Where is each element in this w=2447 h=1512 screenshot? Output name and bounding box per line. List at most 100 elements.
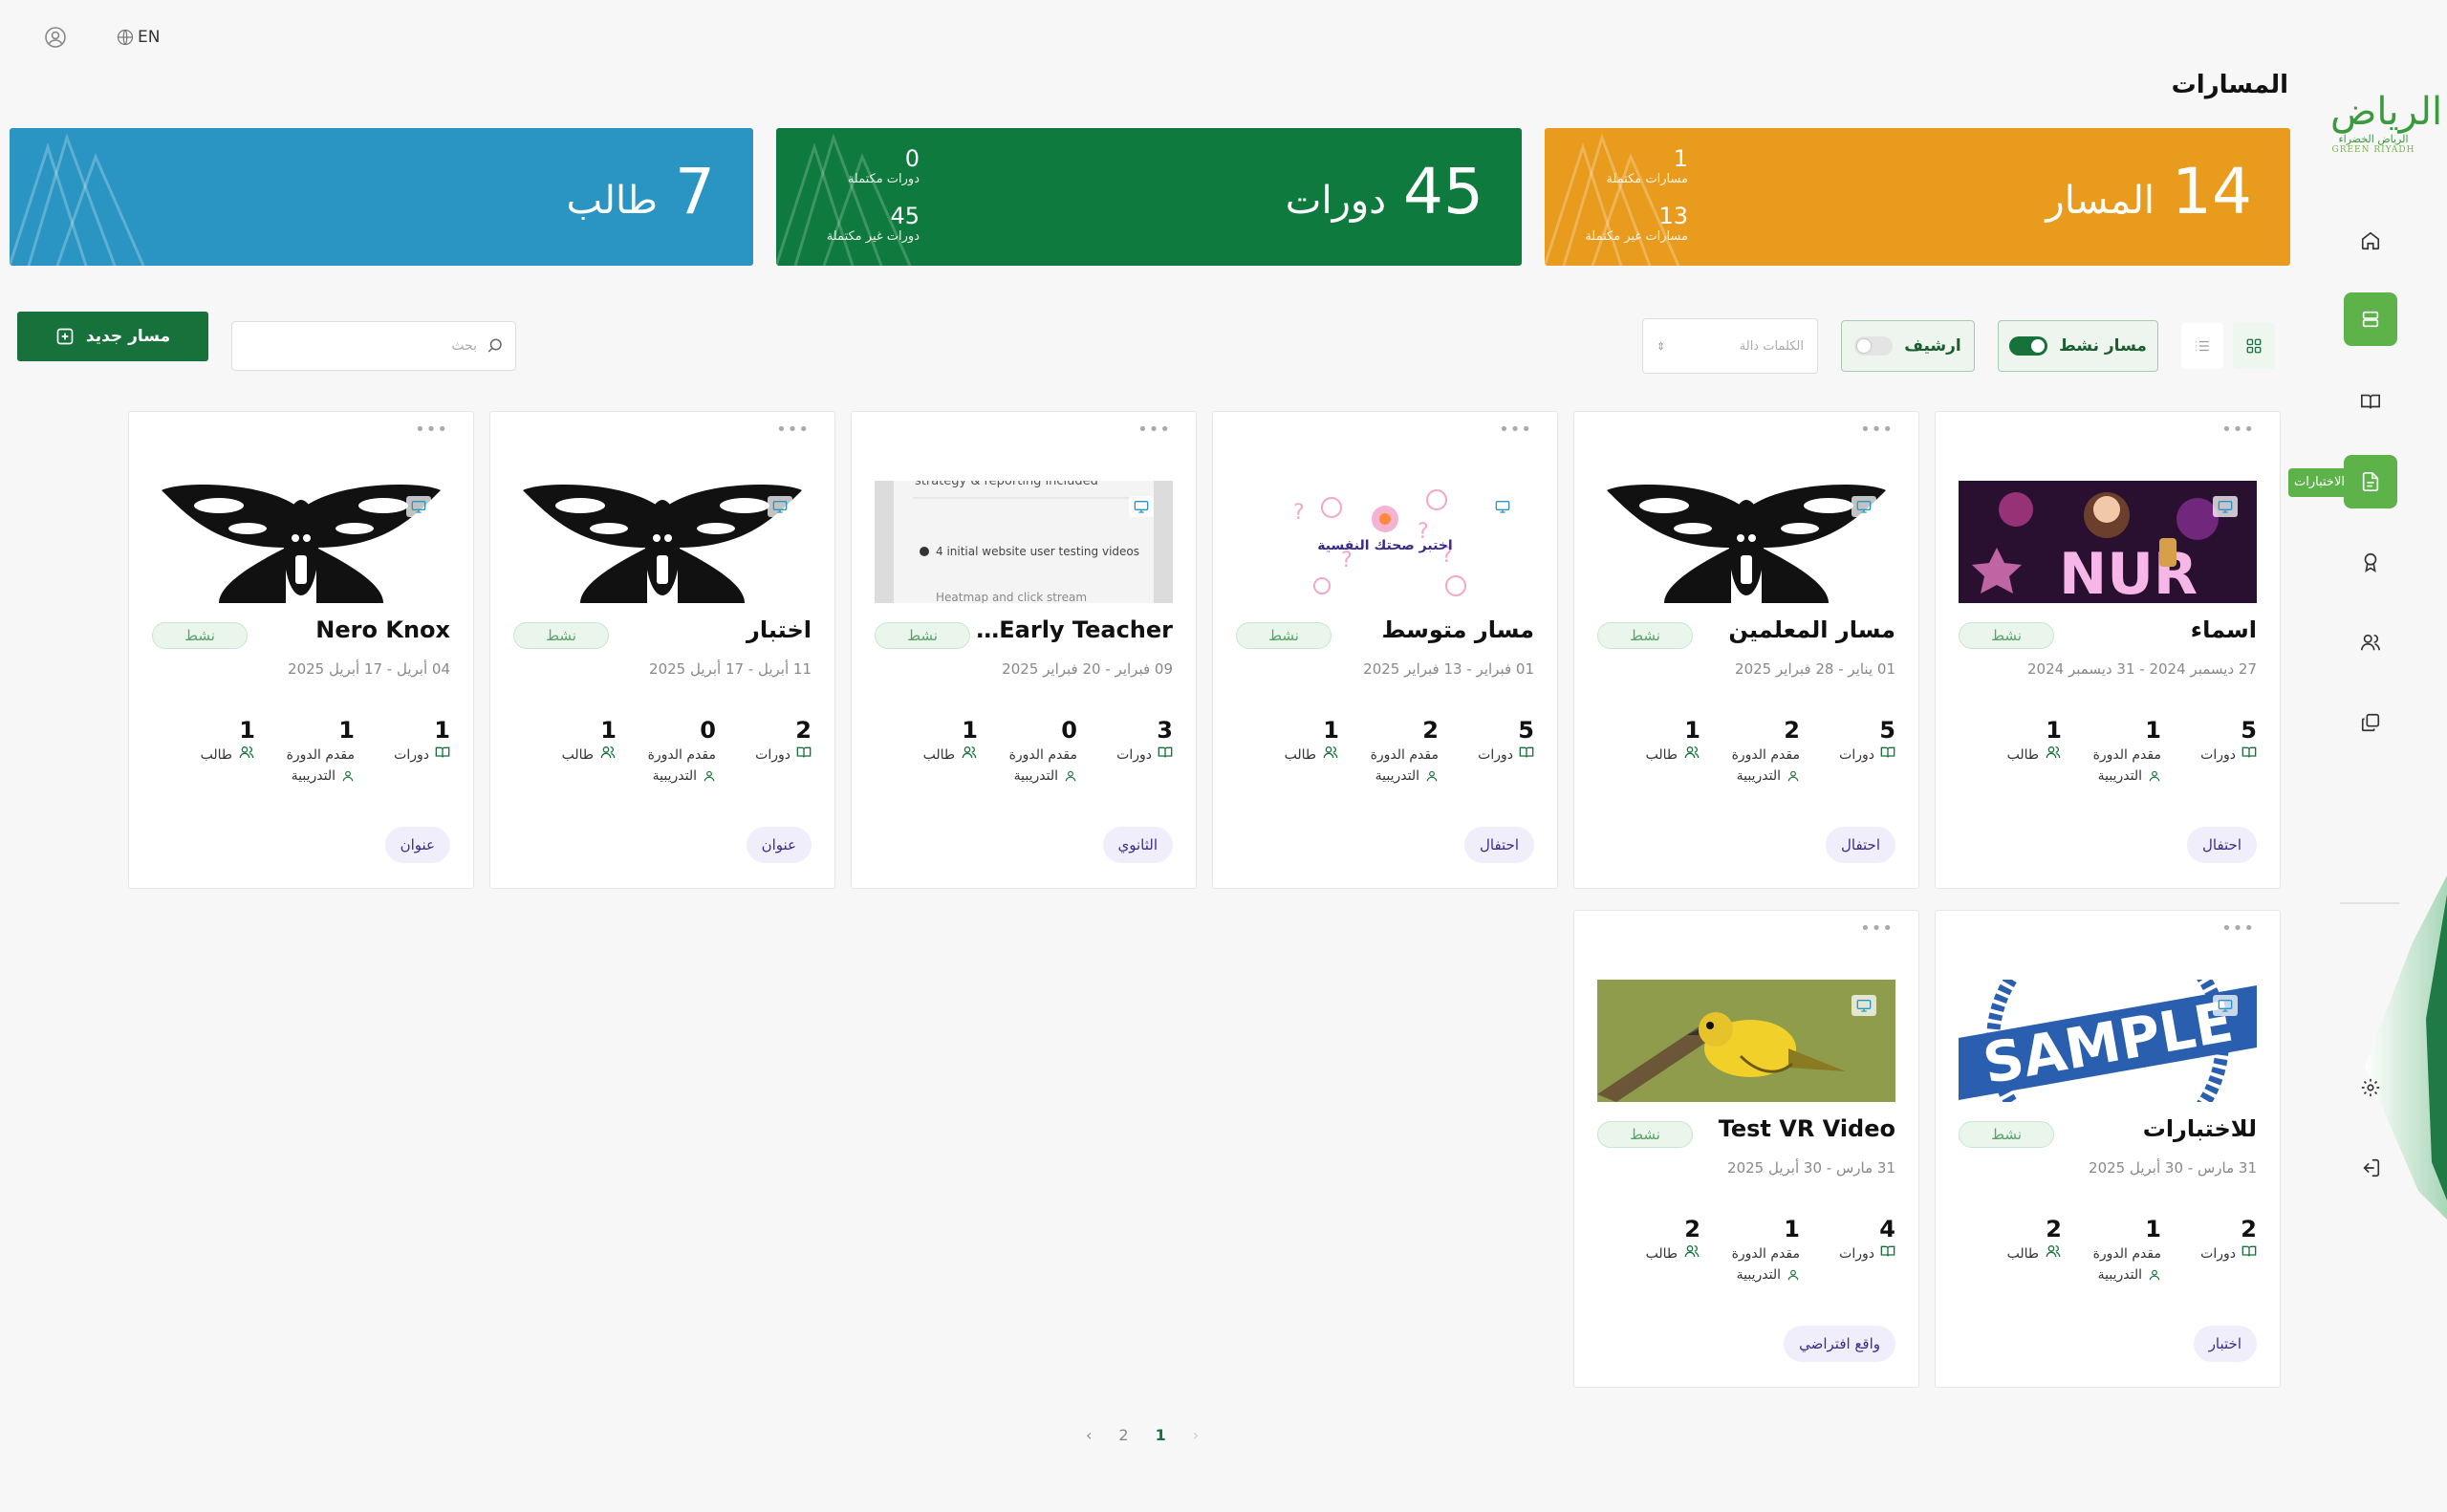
courses-count: 3 — [1157, 717, 1173, 744]
sidebar-settings[interactable] — [2344, 1061, 2397, 1114]
active-path-switch[interactable] — [2009, 336, 2048, 356]
category-tag[interactable]: احتفال — [1463, 827, 1534, 863]
card-title[interactable]: اختبار — [611, 616, 812, 643]
page-1[interactable]: 1 — [1156, 1426, 1166, 1444]
card-image: strategy & reporting included 4 initial w… — [875, 481, 1173, 603]
more-options-icon[interactable]: ••• — [415, 420, 448, 440]
path-card[interactable]: ••• Test VR Video نشط 31 مارس - 30 أبريل 2… — [1573, 910, 1919, 1388]
card-dates: 11 أبريل - 17 أبريل 2025 — [649, 660, 812, 678]
sidebar-certificates[interactable] — [2344, 535, 2397, 589]
chevron-right-icon[interactable]: › — [1193, 1426, 1199, 1444]
courses-stat: 5 دورات — [2152, 716, 2257, 766]
list-view-button[interactable] — [2181, 323, 2223, 369]
card-title[interactable]: Nero Knox — [249, 616, 450, 643]
students-count: 1 — [600, 717, 617, 744]
card-title[interactable]: للاختبارات — [2056, 1115, 2257, 1142]
instructors-label-line1: مقدم الدورة — [1370, 747, 1439, 763]
archive-switch[interactable] — [1854, 336, 1894, 356]
card-title[interactable]: مسار متوسط — [1333, 616, 1534, 643]
path-card[interactable]: ••• مسار المعلمين نشط 01 يناير - 28 فبراير… — [1573, 411, 1919, 889]
path-card[interactable]: ••• SAMPLE للاختبارات نشط 31 مارس - 30 أبر… — [1935, 910, 2281, 1388]
new-path-button[interactable]: مسار جديد — [17, 312, 208, 361]
vr-monitor-icon — [768, 496, 792, 517]
paths-incomplete-label: مسارات غير مكتملة — [1585, 229, 1688, 244]
sidebar-home[interactable] — [2344, 214, 2397, 268]
path-card[interactable]: ••• ???? اختبر صحتك النفسية مسار متوسط نشط… — [1212, 411, 1558, 889]
instructors-count: 0 — [1061, 717, 1077, 744]
card-image: NUR — [1959, 481, 2257, 603]
courses-count: 4 — [1879, 1216, 1895, 1242]
more-options-icon[interactable]: ••• — [776, 420, 810, 440]
card-title[interactable]: Elementary Early Teacher — [972, 616, 1173, 643]
courses-label: دورات — [1839, 1246, 1874, 1262]
award-icon — [2360, 551, 2381, 572]
card-title[interactable]: Test VR Video — [1695, 1115, 1895, 1142]
instructors-count: 1 — [2145, 1216, 2161, 1242]
sidebar-paths[interactable] — [2344, 292, 2397, 346]
users-icon — [1322, 745, 1339, 760]
card-image-bullet-1: 4 initial website user testing videos — [936, 545, 1139, 558]
more-options-icon[interactable]: ••• — [2221, 420, 2255, 440]
paths-label: المسار — [2046, 179, 2155, 223]
category-tag[interactable]: واقع افتراضي — [1784, 1326, 1895, 1362]
layers-icon — [2360, 309, 2381, 330]
instructors-label-line1: مقدم الدورة — [647, 747, 716, 763]
archive-toggle[interactable]: ارشيف — [1841, 320, 1975, 372]
students-count: 1 — [962, 717, 978, 744]
more-options-icon[interactable]: ••• — [1860, 420, 1894, 440]
keywords-select[interactable]: ⇕ الكلمات دالة — [1642, 318, 1818, 374]
card-image-text: اختبر صحتك النفسية — [1317, 538, 1452, 553]
instructors-stat: 0 مقدم الدورة التدريبية — [611, 716, 716, 787]
students-label: طالب — [2006, 1246, 2039, 1262]
sidebar-library[interactable] — [2344, 696, 2397, 749]
grid-view-button[interactable] — [2233, 323, 2275, 369]
sidebar-logout[interactable] — [2344, 1141, 2397, 1195]
category-tag[interactable]: احتفال — [2186, 827, 2257, 863]
category-tag[interactable]: احتفال — [1825, 827, 1895, 863]
active-path-toggle[interactable]: مسار نشط — [1998, 320, 2158, 372]
students-stat: 1 طالب — [873, 716, 978, 766]
more-options-icon[interactable]: ••• — [1860, 918, 1894, 939]
language-switcher[interactable]: EN — [117, 27, 160, 48]
instructors-label-line2: التدريبية — [291, 768, 336, 784]
sidebar-exams[interactable] — [2344, 455, 2397, 508]
category-tag[interactable]: عنوان — [746, 827, 812, 863]
path-card[interactable]: ••• strategy & reporting included 4 initi… — [851, 411, 1197, 889]
sidebar-users[interactable] — [2344, 616, 2397, 669]
path-card[interactable]: ••• NUR اسماء نشط 27 ديسمبر 2024 - 31 ديسم… — [1935, 411, 2281, 889]
more-options-icon[interactable]: ••• — [2221, 918, 2255, 939]
instructors-stat: 1 مقدم الدورة التدريبية — [2056, 1215, 2161, 1285]
sidebar-courses[interactable] — [2344, 375, 2397, 428]
more-options-icon[interactable]: ••• — [1137, 420, 1171, 440]
paths-completed-label: مسارات مكتملة — [1606, 172, 1688, 186]
courses-label: دورات — [1116, 747, 1152, 763]
user-icon — [1425, 769, 1439, 783]
chevron-left-icon[interactable]: ‹ — [1086, 1426, 1092, 1444]
page-2[interactable]: 2 — [1118, 1426, 1128, 1444]
user-icon — [703, 769, 716, 783]
students-count: 1 — [239, 717, 255, 744]
book-icon — [1880, 745, 1895, 760]
paths-count: 14 — [2172, 155, 2252, 228]
category-tag[interactable]: اختبار — [2193, 1326, 2257, 1362]
more-options-icon[interactable]: ••• — [1499, 420, 1532, 440]
students-stat: 1 طالب — [150, 716, 255, 766]
green-riyadh-logo[interactable]: الرياض الرياض الخضراء GREEN RIYADH — [2330, 91, 2442, 177]
user-profile-icon[interactable] — [44, 26, 67, 49]
search-input[interactable] — [257, 332, 477, 360]
students-label: طالب — [566, 179, 659, 223]
vr-monitor-icon — [1129, 496, 1154, 517]
category-tag[interactable]: الثانوي — [1102, 827, 1173, 863]
path-card[interactable]: ••• اختبار نشط 11 أبريل - 17 أبريل 2025 2 دو… — [489, 411, 835, 889]
card-title[interactable]: اسماء — [2056, 616, 2257, 643]
users-icon — [2360, 632, 2381, 653]
courses-label: دورات — [2200, 1246, 2236, 1262]
card-title[interactable]: مسار المعلمين — [1695, 616, 1895, 643]
vr-monitor-icon — [2213, 995, 2238, 1016]
pagination: ‹ 2 1 › — [1086, 1426, 1199, 1444]
search-box[interactable] — [231, 321, 516, 371]
instructors-stat: 0 مقدم الدورة التدريبية — [972, 716, 1077, 787]
category-tag[interactable]: عنوان — [384, 827, 450, 863]
courses-label: دورات — [394, 747, 429, 763]
path-card[interactable]: ••• Nero Knox نشط 04 أبريل - 17 أبريل 2025… — [128, 411, 474, 889]
